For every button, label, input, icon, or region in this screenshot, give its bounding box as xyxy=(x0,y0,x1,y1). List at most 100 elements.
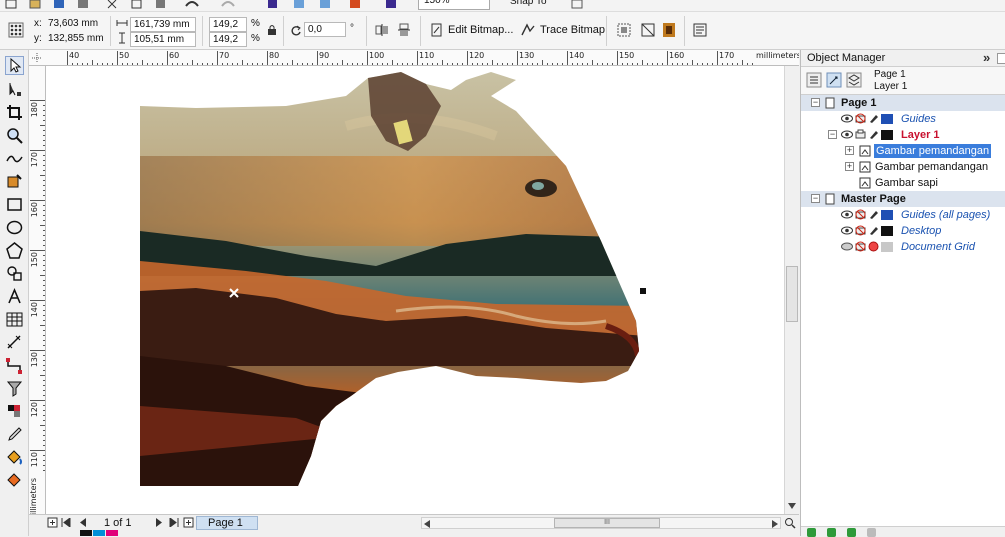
expand-icon[interactable]: + xyxy=(845,146,854,155)
edit-across-layers-icon[interactable] xyxy=(826,72,842,88)
tree-master-layer-row[interactable]: Document Grid xyxy=(801,239,1005,255)
add-page-after-icon[interactable] xyxy=(183,517,194,528)
new-icon[interactable] xyxy=(5,0,17,9)
horizontal-scrollbar[interactable]: III xyxy=(421,517,781,529)
expand-icon[interactable]: + xyxy=(845,162,854,171)
polygon-tool-icon[interactable] xyxy=(5,241,24,260)
smart-fill-tool-icon[interactable] xyxy=(5,172,24,191)
print-icon[interactable] xyxy=(78,0,88,8)
tree-object-row[interactable]: + Gambar pemandangan xyxy=(801,143,1005,159)
edit-pencil-icon[interactable] xyxy=(868,225,879,236)
layer-manager-view-icon[interactable] xyxy=(846,72,862,88)
zoom-level-field[interactable]: 150% xyxy=(418,0,490,10)
palette-swatch-cyan[interactable] xyxy=(93,530,105,536)
scale-height-field[interactable]: 149,2 xyxy=(209,32,247,47)
scroll-down-icon[interactable] xyxy=(788,503,796,509)
copy-icon[interactable] xyxy=(131,0,142,9)
page-tab[interactable]: Page 1 xyxy=(196,516,258,530)
printer-icon[interactable] xyxy=(855,129,866,140)
object-width-field[interactable]: 161,739 mm xyxy=(130,17,196,32)
vertical-ruler[interactable]: 180 170 160 150 140 130 120 110 millimeters xyxy=(29,66,46,514)
undo-icon[interactable] xyxy=(185,1,199,7)
last-page-icon[interactable] xyxy=(169,518,179,527)
first-page-icon[interactable] xyxy=(61,518,71,527)
navigator-zoom-icon[interactable] xyxy=(784,517,796,529)
horizontal-scroll-thumb[interactable]: III xyxy=(554,518,660,528)
visibility-closed-eye-icon[interactable] xyxy=(841,242,853,251)
ellipse-tool-icon[interactable] xyxy=(5,218,24,237)
snap-to-menu[interactable]: Snap To xyxy=(510,0,547,8)
printer-disabled-icon[interactable] xyxy=(855,209,866,220)
edit-disabled-icon[interactable] xyxy=(868,241,879,252)
previous-page-icon[interactable] xyxy=(79,518,87,527)
collapse-icon[interactable]: − xyxy=(811,98,820,107)
open-icon[interactable] xyxy=(29,0,41,9)
printer-disabled-icon[interactable] xyxy=(855,113,866,124)
object-height-field[interactable]: 105,51 mm xyxy=(130,32,196,47)
cow-landscape-bitmap[interactable] xyxy=(46,66,784,514)
collapse-icon[interactable]: − xyxy=(811,194,820,203)
visibility-eye-icon[interactable] xyxy=(841,226,853,235)
edit-pencil-icon[interactable] xyxy=(868,113,879,124)
edit-pencil-icon[interactable] xyxy=(868,209,879,220)
transparency-tool-icon[interactable] xyxy=(5,402,24,421)
scroll-left-icon[interactable] xyxy=(424,520,430,528)
options-icon[interactable] xyxy=(571,0,583,9)
vertical-scrollbar[interactable] xyxy=(784,66,799,514)
tree-object-row[interactable]: + Gambar pemandangan xyxy=(801,159,1005,175)
edit-bitmap-button[interactable]: Edit Bitmap... xyxy=(448,23,513,37)
tree-page-row[interactable]: − Page 1 xyxy=(801,95,1005,111)
tree-master-page-row[interactable]: − Master Page xyxy=(801,191,1005,207)
visibility-eye-icon[interactable] xyxy=(841,130,853,139)
show-properties-icon[interactable] xyxy=(806,72,822,88)
lock-ratio-icon[interactable] xyxy=(267,24,277,36)
palette-swatch-black[interactable] xyxy=(80,530,92,536)
export-icon[interactable] xyxy=(320,0,330,8)
docker-collapse-icon[interactable]: » xyxy=(983,50,990,65)
ruler-origin-icon[interactable] xyxy=(31,52,43,64)
table-tool-icon[interactable] xyxy=(5,310,24,329)
eyedropper-tool-icon[interactable] xyxy=(5,425,24,444)
add-page-before-icon[interactable] xyxy=(47,517,58,528)
wrap-text-icon[interactable] xyxy=(692,22,708,38)
horizontal-ruler[interactable]: 40 50 60 70 80 90 100 110 120 130 140 150 160 170 mil… xyxy=(29,50,799,66)
scale-width-field[interactable]: 149,2 xyxy=(209,17,247,32)
collapse-icon[interactable]: − xyxy=(828,130,837,139)
tree-object-row[interactable]: Gambar sapi xyxy=(801,175,1005,191)
visibility-eye-icon[interactable] xyxy=(841,114,853,123)
resample-icon[interactable] xyxy=(640,22,656,38)
fullscreen-icon[interactable] xyxy=(386,0,396,8)
text-tool-icon[interactable] xyxy=(5,287,24,306)
tree-master-layer-row[interactable]: Desktop xyxy=(801,223,1005,239)
scroll-right-icon[interactable] xyxy=(772,520,778,528)
mirror-vertical-icon[interactable] xyxy=(397,23,411,37)
search-content-icon[interactable] xyxy=(268,0,277,8)
palette-swatch-magenta[interactable] xyxy=(106,530,118,536)
tree-layer-row[interactable]: Guides xyxy=(801,111,1005,127)
tree-master-layer-row[interactable]: Guides (all pages) xyxy=(801,207,1005,223)
trace-bitmap-button[interactable]: Trace Bitmap xyxy=(540,23,605,37)
freehand-tool-icon[interactable] xyxy=(5,149,24,168)
dimension-tool-icon[interactable] xyxy=(5,333,24,352)
shape-tool-icon[interactable] xyxy=(5,80,24,99)
paste-icon[interactable] xyxy=(156,0,165,8)
rectangle-tool-icon[interactable] xyxy=(5,195,24,214)
fill-tool-icon[interactable] xyxy=(5,448,24,467)
drawing-canvas[interactable] xyxy=(46,66,784,514)
printer-disabled-icon[interactable] xyxy=(855,241,866,252)
mirror-horizontal-icon[interactable] xyxy=(375,23,389,37)
interactive-fill-tool-icon[interactable] xyxy=(5,471,24,490)
basic-shapes-tool-icon[interactable] xyxy=(5,264,24,283)
visibility-eye-icon[interactable] xyxy=(841,210,853,219)
x-position-field[interactable]: 73,603 mm xyxy=(45,17,105,32)
save-icon[interactable] xyxy=(54,0,64,8)
import-icon[interactable] xyxy=(294,0,304,8)
crop-tool-icon[interactable] xyxy=(5,103,24,122)
launcher-icon[interactable] xyxy=(350,0,360,8)
next-page-icon[interactable] xyxy=(155,518,163,527)
pick-tool-icon[interactable] xyxy=(5,56,24,75)
selection-handle[interactable] xyxy=(640,288,646,294)
cut-icon[interactable] xyxy=(107,0,117,9)
y-position-field[interactable]: 132,855 mm xyxy=(45,32,105,47)
blend-tool-icon[interactable] xyxy=(5,379,24,398)
